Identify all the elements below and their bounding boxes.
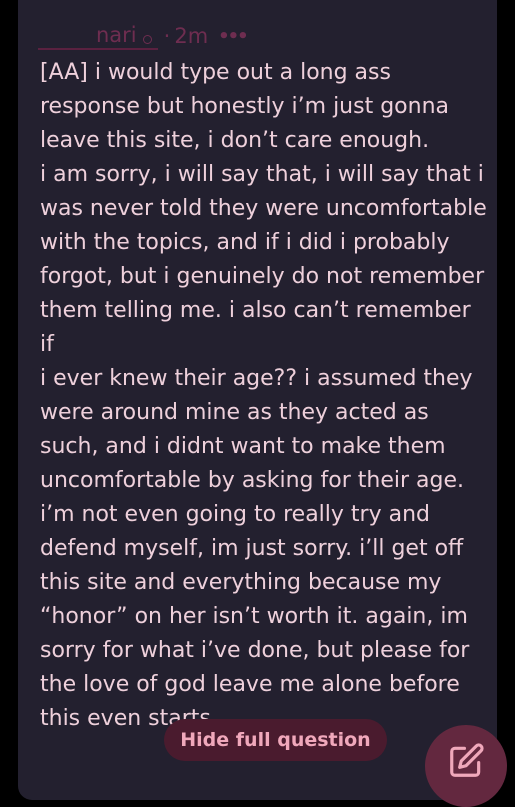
- post-body: [AA] i would type out a long ass respons…: [40, 56, 490, 736]
- body-line: leave this site, i don’t care enough.: [40, 128, 430, 153]
- body-line: [AA] i would type out a long ass: [40, 60, 391, 85]
- hide-full-question-button[interactable]: Hide full question: [164, 719, 387, 761]
- body-line: “honor” on her isn’t worth it. again, im: [40, 604, 468, 629]
- edit-icon: [450, 743, 484, 777]
- body-line: i’m not even going to really try and: [40, 502, 430, 527]
- author-name[interactable]: nari: [96, 22, 137, 48]
- body-line: defend myself, im just sorry. i’ll get o…: [40, 536, 464, 561]
- meta-separator: ·: [163, 24, 171, 48]
- compose-button[interactable]: [425, 725, 507, 807]
- author-link[interactable]: nari: [38, 22, 158, 50]
- post-timestamp: 2m: [174, 24, 209, 48]
- ring-badge-icon: [142, 34, 152, 44]
- body-line: this site and everything because my: [40, 570, 442, 595]
- body-line: response but honestly i’m just gonna: [40, 94, 449, 119]
- body-line: forgot, but i genuinely do not remember: [40, 264, 485, 289]
- body-line: was never told they were uncomfortable: [40, 196, 487, 221]
- body-line: sorry for what i’ve done, but please for: [40, 638, 470, 663]
- post-header: nari · 2m •••: [38, 20, 249, 52]
- body-line: the love of god leave me alone before: [40, 672, 460, 697]
- body-line: with the topics, and if i did i probably: [40, 230, 450, 255]
- body-line: were around mine as they acted as: [40, 400, 429, 425]
- post-card: nari · 2m ••• [AA] i would type out a lo…: [18, 0, 497, 800]
- body-line: i am sorry, i will say that, i will say …: [40, 162, 484, 187]
- body-line: them telling me. i also can’t remember i…: [40, 298, 478, 357]
- more-options-icon[interactable]: •••: [218, 26, 248, 47]
- body-line: such, and i didnt want to make them: [40, 434, 446, 459]
- body-line: i ever knew their age?? i assumed they: [40, 366, 473, 391]
- body-line: uncomfortable by asking for their age.: [40, 468, 464, 493]
